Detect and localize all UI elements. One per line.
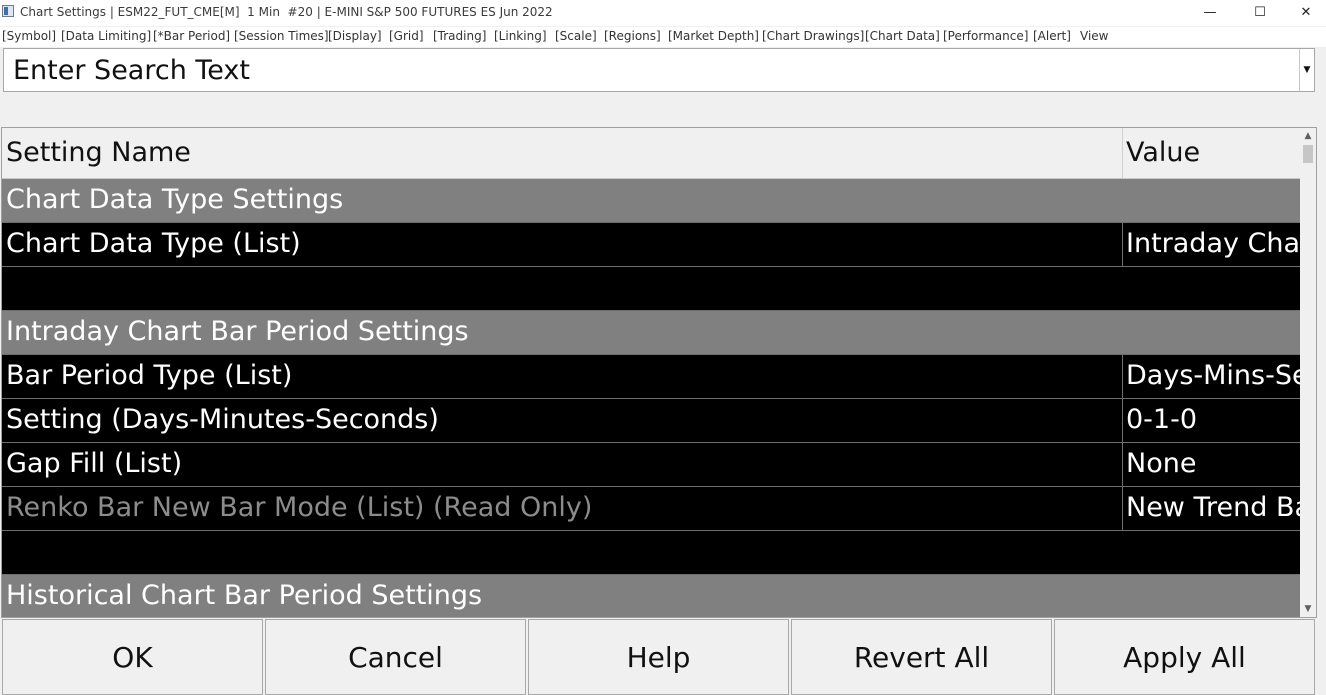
group-name: Historical Chart Bar Period Settings [6, 580, 483, 611]
tab-scale[interactable]: [Scale] [555, 29, 597, 43]
column-header-value[interactable]: Value [1122, 128, 1301, 178]
tab-alert[interactable]: [Alert] [1033, 29, 1071, 43]
setting-name: Setting (Days-Minutes-Seconds) [6, 404, 439, 435]
group-row[interactable]: Intraday Chart Bar Period Settings [2, 311, 1301, 355]
vertical-scrollbar[interactable]: ▲ ▼ [1300, 128, 1316, 617]
dialog-button-bar: OK Cancel Help Revert All Apply All [0, 619, 1326, 695]
tab-market-depth[interactable]: [Market Depth] [668, 29, 759, 43]
revert-all-button[interactable]: Revert All [791, 619, 1052, 695]
help-button[interactable]: Help [528, 619, 789, 695]
setting-name: Chart Data Type (List) [6, 228, 301, 259]
scrollbar-thumb[interactable] [1303, 145, 1313, 163]
title-bar: Chart Settings | ESM22_FUT_CME[M] 1 Min … [0, 0, 1326, 26]
setting-value[interactable]: Intraday Chart [1122, 223, 1301, 266]
tab-session-times[interactable]: [Session Times] [234, 29, 329, 43]
tab-view[interactable]: View [1080, 29, 1108, 43]
setting-value[interactable]: Days-Mins-Secs [1122, 355, 1301, 398]
setting-value[interactable]: 0-1-0 [1122, 399, 1301, 442]
ok-button[interactable]: OK [2, 619, 263, 695]
grid-header: Setting Name Value [2, 128, 1301, 179]
column-header-setting-name[interactable]: Setting Name [6, 137, 191, 168]
tab-bar-period[interactable]: [*Bar Period] [153, 29, 230, 43]
minimize-button[interactable]: — [1187, 0, 1233, 24]
empty-row [2, 531, 1301, 575]
tab-chart-data[interactable]: [Chart Data] [865, 29, 940, 43]
tab-data-limiting[interactable]: [Data Limiting] [61, 29, 151, 43]
setting-value[interactable]: None [1122, 443, 1301, 486]
setting-row[interactable]: Chart Data Type (List) Intraday Chart [2, 223, 1301, 267]
setting-name: Bar Period Type (List) [6, 360, 293, 391]
setting-name: Gap Fill (List) [6, 448, 183, 479]
search-input[interactable] [4, 49, 1300, 91]
dropdown-arrow-icon[interactable]: ▼ [1299, 49, 1314, 91]
scroll-up-icon[interactable]: ▲ [1300, 128, 1316, 144]
apply-all-button[interactable]: Apply All [1054, 619, 1315, 695]
empty-row [2, 267, 1301, 311]
scroll-down-icon[interactable]: ▼ [1300, 601, 1316, 617]
tab-symbol[interactable]: [Symbol] [2, 29, 56, 43]
close-button[interactable]: ✕ [1283, 0, 1326, 24]
setting-row[interactable]: Bar Period Type (List) Days-Mins-Secs [2, 355, 1301, 399]
tab-trading[interactable]: [Trading] [433, 29, 486, 43]
maximize-button[interactable]: ☐ [1237, 0, 1283, 24]
tab-grid[interactable]: [Grid] [389, 29, 424, 43]
tab-performance[interactable]: [Performance] [943, 29, 1028, 43]
group-row[interactable]: Chart Data Type Settings [2, 179, 1301, 223]
setting-name: Renko Bar New Bar Mode (List) (Read Only… [6, 492, 593, 523]
cancel-button[interactable]: Cancel [265, 619, 526, 695]
settings-tab-bar: [Symbol] [Data Limiting] [*Bar Period] [… [0, 27, 1326, 47]
group-name: Chart Data Type Settings [6, 184, 344, 215]
group-row[interactable]: Historical Chart Bar Period Settings [2, 575, 1301, 617]
settings-grid: Setting Name Value Chart Data Type Setti… [1, 127, 1317, 618]
setting-row-read-only[interactable]: Renko Bar New Bar Mode (List) (Read Only… [2, 487, 1301, 531]
setting-row[interactable]: Setting (Days-Minutes-Seconds) 0-1-0 [2, 399, 1301, 443]
tab-regions[interactable]: [Regions] [604, 29, 661, 43]
group-name: Intraday Chart Bar Period Settings [6, 316, 469, 347]
tab-linking[interactable]: [Linking] [494, 29, 547, 43]
tab-display[interactable]: [Display] [328, 29, 382, 43]
app-icon [2, 5, 14, 17]
search-combobox[interactable]: ▼ [3, 48, 1315, 92]
tab-chart-drawings[interactable]: [Chart Drawings] [762, 29, 864, 43]
setting-row[interactable]: Gap Fill (List) None [2, 443, 1301, 487]
setting-value: New Trend Bar [1122, 487, 1301, 530]
window-title: Chart Settings | ESM22_FUT_CME[M] 1 Min … [20, 5, 553, 19]
